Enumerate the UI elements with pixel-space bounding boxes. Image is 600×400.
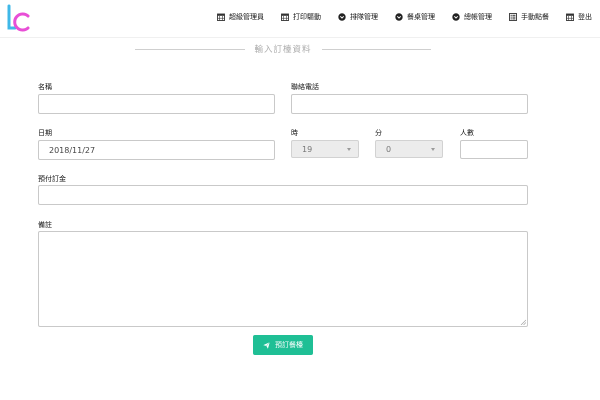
nav-item-super-admin[interactable]: 超級管理員 [217,12,264,22]
reserve-table-button[interactable]: 預訂餐檯 [253,335,313,355]
date-label: 日期 [38,129,52,137]
nav-item-label: 超級管理員 [229,13,264,21]
deposit-label: 預付訂金 [38,175,66,183]
name-label: 名稱 [38,83,52,91]
phone-input[interactable] [291,94,528,114]
list-icon [509,13,517,21]
nav-item-table-management[interactable]: 餐桌管理 [395,12,435,22]
nav-item-label: 排隊管理 [350,13,378,21]
nav-item-label: 手動點餐 [521,13,549,21]
title-divider-left [135,48,245,50]
name-input[interactable] [38,94,275,114]
hour-select[interactable]: 19 [291,140,359,158]
calendar-icon [217,13,225,21]
nav-item-print-driver[interactable]: 打印驅動 [281,12,321,22]
nav-item-label: 登出 [578,13,592,21]
calendar-icon [281,13,289,21]
chevron-circle-icon [338,13,346,21]
form-title: 輸入訂檯資料 [254,45,312,55]
top-nav: 超級管理員 打印驅動 排隊管理 餐桌管理 總帳管理 手動點餐 登出 [217,12,592,22]
date-input[interactable]: 2018/11/27 [38,140,275,160]
nav-item-label: 打印驅動 [293,13,321,21]
top-header: 超級管理員 打印驅動 排隊管理 餐桌管理 總帳管理 手動點餐 登出 [0,0,600,38]
nav-item-logout[interactable]: 登出 [566,12,592,22]
chevron-circle-icon [452,13,460,21]
minute-select[interactable]: 0 [375,140,443,158]
nav-item-ledger-management[interactable]: 總帳管理 [452,12,492,22]
hour-label: 時 [291,129,298,137]
phone-label: 聯絡電話 [291,83,319,91]
calendar-icon [566,13,574,21]
people-input[interactable] [460,140,528,159]
reserve-table-button-label: 預訂餐檯 [275,341,303,349]
logo-icon[interactable] [6,4,30,34]
chevron-circle-icon [395,13,403,21]
resize-grip-icon[interactable] [520,319,526,325]
paper-plane-icon [263,341,270,349]
deposit-input[interactable] [38,185,528,205]
people-label: 人數 [460,129,474,137]
minute-select-value: 0 [386,144,392,154]
notes-label: 備註 [38,221,52,229]
nav-item-label: 餐桌管理 [407,13,435,21]
caret-down-icon [431,148,435,151]
hour-select-value: 19 [302,144,313,154]
minute-label: 分 [375,129,382,137]
nav-item-manual-order[interactable]: 手動點餐 [509,12,549,22]
nav-item-queue-management[interactable]: 排隊管理 [338,12,378,22]
form-section-title: 輸入訂檯資料 [135,43,432,55]
nav-item-label: 總帳管理 [464,13,492,21]
caret-down-icon [347,148,351,151]
title-divider-right [321,48,432,50]
notes-textarea[interactable] [38,231,528,327]
